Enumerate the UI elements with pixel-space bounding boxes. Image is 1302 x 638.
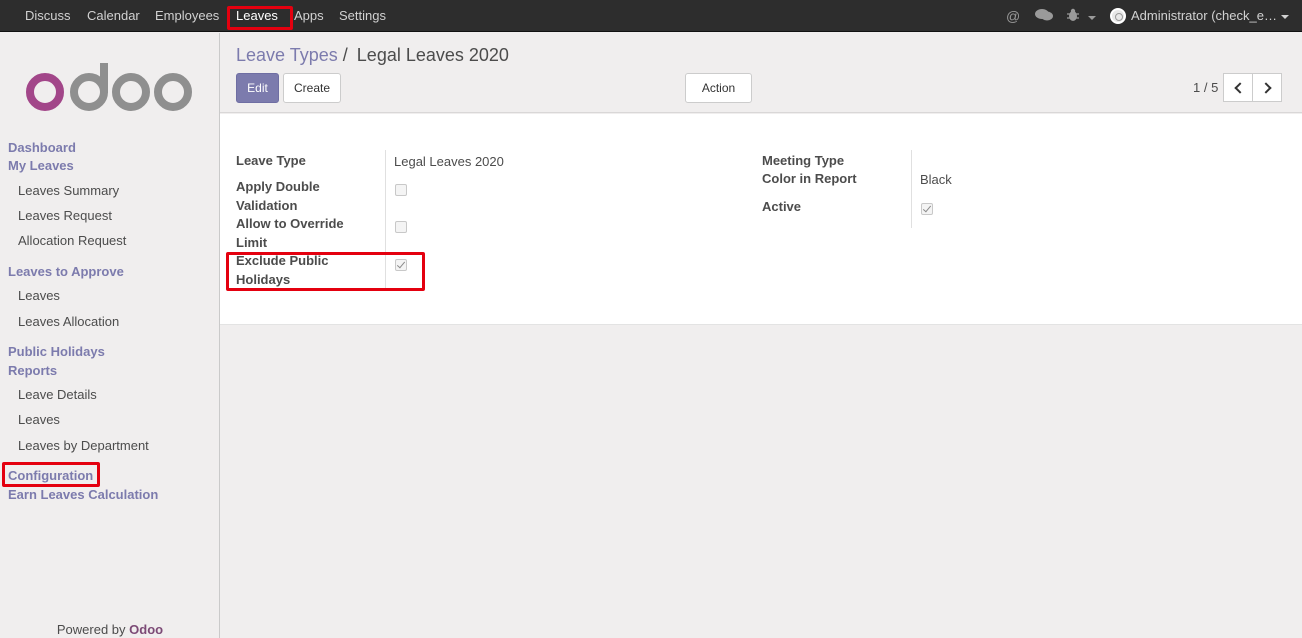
user-menu[interactable]: Administrator (check_e… [1131,0,1289,32]
powered-by-text: Powered by [56,622,126,637]
odoo-logo[interactable] [26,63,194,113]
sidebar-item-leaves-request[interactable]: Leaves Request [18,208,112,223]
top-navbar: Discuss Calendar Employees Leaves Apps S… [0,0,1302,32]
pager-next-button[interactable] [1252,73,1282,102]
chat-icon[interactable] [1035,8,1053,25]
label-apply-double-validation: Apply Double Validation [236,179,320,213]
checkbox-allow-override-limit[interactable] [395,221,407,233]
menu-discuss[interactable]: Discuss [25,0,71,32]
menu-calendar[interactable]: Calendar [87,0,140,32]
sidebar-item-leaves-summary[interactable]: Leaves Summary [18,183,119,198]
form-sheet: Leave Type Legal Leaves 2020 Apply Doubl… [220,114,1302,325]
breadcrumb-separator: / [342,45,348,65]
breadcrumb-current: Legal Leaves 2020 [356,45,509,65]
label-allow-override-limit: Allow to Override Limit [236,216,344,250]
menu-apps[interactable]: Apps [294,0,324,32]
sidebar-item-allocation-request[interactable]: Allocation Request [18,233,126,248]
at-icon[interactable]: @ [1006,8,1020,24]
sidebar-item-report-leaves[interactable]: Leaves [18,412,60,427]
sidebar-dashboard[interactable]: Dashboard [8,140,76,155]
sidebar-configuration[interactable]: Configuration [8,468,93,483]
field-separator [385,150,386,288]
breadcrumb: Leave Types / Legal Leaves 2020 [236,45,509,66]
control-panel: Leave Types / Legal Leaves 2020 Edit Cre… [220,33,1302,119]
label-color-in-report: Color in Report [762,171,857,186]
chevron-down-icon [1087,16,1096,21]
label-meeting-type: Meeting Type [762,153,845,168]
content-background [220,326,1302,638]
action-label: Action [701,81,736,95]
sidebar-earn-leaves-calculation[interactable]: Earn Leaves Calculation [8,487,158,502]
checkbox-apply-double-validation[interactable] [395,184,407,196]
value-leave-type: Legal Leaves 2020 [394,154,504,169]
sidebar-item-leave-details[interactable]: Leave Details [18,387,97,402]
menu-settings[interactable]: Settings [339,0,386,32]
chevron-down-icon [1280,14,1289,19]
powered-by: Powered by Odoo [0,622,220,637]
checkbox-exclude-public-holidays[interactable] [395,259,407,271]
label-exclude-public-holidays: Exclude Public Holidays [236,253,329,287]
powered-by-brand[interactable]: Odoo [129,622,163,637]
checkbox-active[interactable] [921,203,933,215]
menu-leaves[interactable]: Leaves [236,0,278,32]
sidebar-reports[interactable]: Reports [8,363,57,378]
sidebar: Dashboard My Leaves Leaves Summary Leave… [0,33,220,638]
label-active: Active [762,199,802,214]
pager-previous-button[interactable] [1223,73,1253,102]
breadcrumb-leave-types[interactable]: Leave Types [236,45,338,65]
action-button[interactable]: Action [685,73,752,119]
chevron-right-icon [1260,82,1272,94]
sidebar-my-leaves[interactable]: My Leaves [8,158,74,173]
sidebar-item-leaves[interactable]: Leaves [18,288,60,303]
chevron-left-icon [1234,82,1246,94]
create-button[interactable]: Create [283,73,341,103]
bug-icon[interactable] [1066,8,1096,25]
value-color-in-report: Black [920,172,952,187]
sidebar-item-leaves-by-department[interactable]: Leaves by Department [18,438,149,453]
label-leave-type: Leave Type [236,153,306,168]
pager-value[interactable]: 1 / 5 [1193,80,1218,95]
sidebar-public-holidays[interactable]: Public Holidays [8,344,105,359]
sidebar-item-leaves-allocation[interactable]: Leaves Allocation [18,314,119,329]
user-name: Administrator (check_e… [1131,8,1277,23]
sidebar-leaves-to-approve[interactable]: Leaves to Approve [8,264,124,279]
edit-button[interactable]: Edit [236,73,279,103]
field-separator [911,150,912,228]
avatar[interactable] [1110,8,1126,24]
menu-employees[interactable]: Employees [155,0,219,32]
